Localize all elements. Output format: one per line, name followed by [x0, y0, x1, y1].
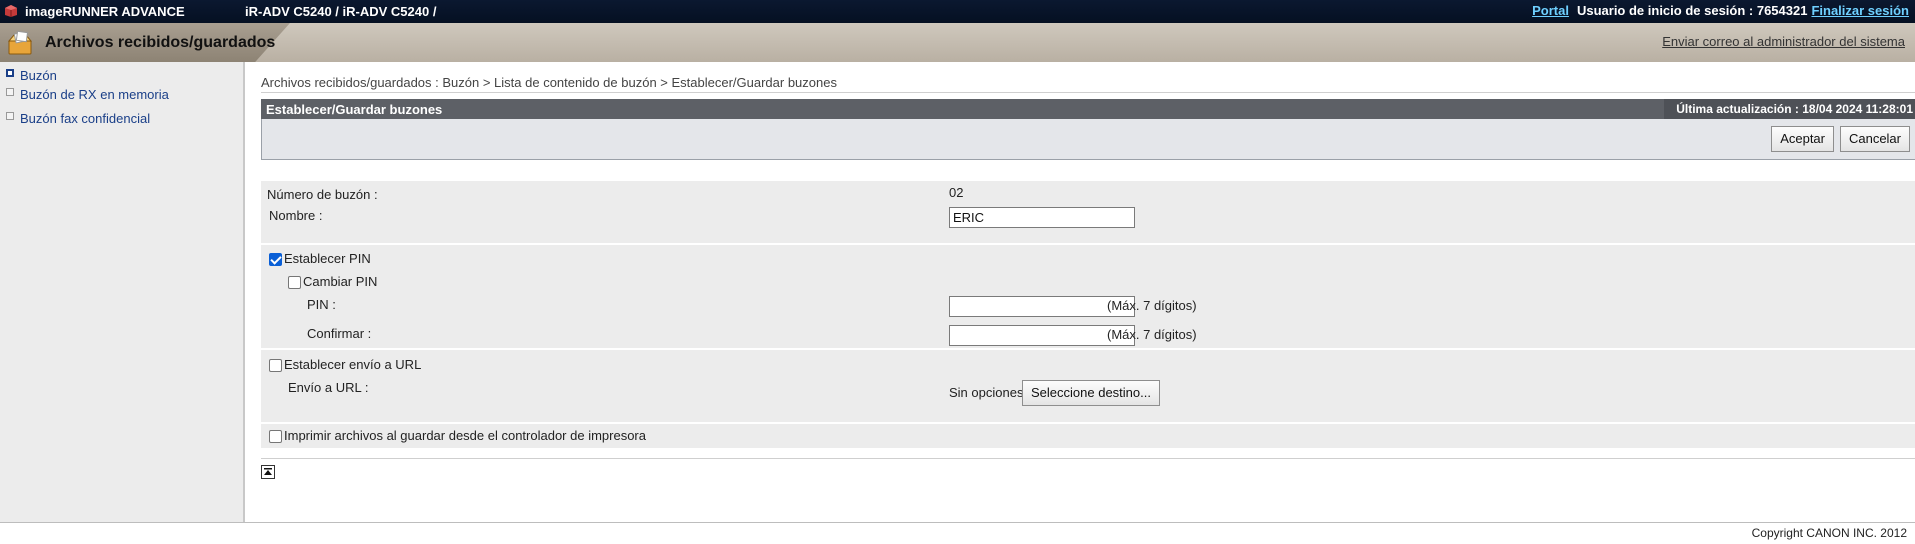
- portal-link[interactable]: Portal: [1532, 3, 1569, 18]
- pin-note: (Máx. 7 dígitos): [1107, 298, 1197, 313]
- select-destination-button[interactable]: Seleccione destino...: [1022, 380, 1160, 406]
- url-dest-label: Envío a URL :: [288, 380, 369, 395]
- sidebar-item-confidential-fax[interactable]: Buzón fax confidencial: [0, 107, 243, 129]
- pin-label: PIN :: [307, 297, 336, 312]
- url-dest-value: Sin opciones.: [949, 385, 1028, 400]
- box-number-label: Número de buzón :: [267, 187, 378, 202]
- name-input[interactable]: [949, 207, 1135, 228]
- section-header: Establecer/Guardar buzones Última actual…: [261, 99, 1915, 119]
- print-on-save-label: Imprimir archivos al guardar desde el co…: [284, 428, 646, 443]
- confirm-pin-label: Confirmar :: [307, 326, 372, 341]
- button-bar: Aceptar Cancelar: [261, 119, 1915, 160]
- page-header: Archivos recibidos/guardados Enviar corr…: [0, 23, 1915, 62]
- folder-inbox-icon: [7, 30, 33, 55]
- confirm-pin-note: (Máx. 7 dígitos): [1107, 327, 1197, 342]
- logout-link[interactable]: Finalizar sesión: [1811, 3, 1909, 18]
- url-send-panel: Establecer envío a URL Envío a URL : Sin…: [261, 350, 1915, 422]
- divider: [261, 458, 1915, 459]
- breadcrumb: Archivos recibidos/guardados : Buzón > L…: [261, 75, 837, 90]
- ok-button[interactable]: Aceptar: [1771, 126, 1834, 152]
- device-name: iR-ADV C5240 / iR-ADV C5240 /: [245, 4, 437, 19]
- back-to-top-icon[interactable]: [261, 465, 275, 479]
- session-area: Portal Usuario de inicio de sesión : 7654…: [1532, 3, 1909, 18]
- pin-panel: Establecer PIN Cambiar PIN PIN : (Máx. 7…: [261, 245, 1915, 348]
- url-send-label: Establecer envío a URL: [284, 357, 422, 372]
- page-title: Archivos recibidos/guardados: [45, 34, 276, 51]
- last-update: Última actualización : 18/04 2024 11:28:…: [1664, 99, 1915, 119]
- top-bar: imageRUNNER ADVANCE iR-ADV C5240 / iR-AD…: [0, 0, 1915, 23]
- mail-admin-link[interactable]: Enviar correo al administrador del siste…: [1662, 34, 1905, 49]
- arrow-up-icon: [264, 468, 272, 475]
- print-on-save-panel: Imprimir archivos al guardar desde el co…: [261, 424, 1915, 448]
- set-pin-checkbox[interactable]: [269, 253, 282, 266]
- url-send-checkbox[interactable]: [269, 359, 282, 372]
- sidebar-item-label: Buzón: [20, 68, 57, 83]
- change-pin-label: Cambiar PIN: [303, 274, 378, 289]
- print-on-save-checkbox[interactable]: [269, 430, 282, 443]
- main-content: Archivos recibidos/guardados : Buzón > L…: [245, 62, 1915, 522]
- sidebar: Buzón Buzón de RX en memoria Buzón fax c…: [0, 62, 245, 522]
- sidebar-item-label: Buzón fax confidencial: [20, 111, 151, 126]
- divider: [261, 92, 1915, 93]
- cancel-button[interactable]: Cancelar: [1839, 126, 1910, 152]
- login-user: Usuario de inicio de sesión : 7654321: [1576, 3, 1808, 18]
- change-pin-checkbox[interactable]: [288, 276, 301, 289]
- section-title: Establecer/Guardar buzones: [266, 102, 443, 117]
- set-pin-label: Establecer PIN: [284, 251, 371, 266]
- bullet-icon: [6, 88, 14, 96]
- divider: [0, 522, 1915, 523]
- box-number-value: 02: [949, 185, 964, 200]
- bullet-icon: [6, 69, 14, 77]
- box-info-panel: Número de buzón : 02 Nombre :: [261, 181, 1915, 243]
- printer-logo-icon: [5, 5, 17, 17]
- sidebar-item-label: Buzón de RX en memoria: [20, 87, 169, 102]
- name-label: Nombre :: [269, 208, 323, 223]
- sidebar-item-rx-memory[interactable]: Buzón de RX en memoria: [0, 83, 243, 105]
- product-name: imageRUNNER ADVANCE: [25, 4, 185, 19]
- copyright: Copyright CANON INC. 2012: [1751, 526, 1907, 540]
- bullet-icon: [6, 112, 14, 120]
